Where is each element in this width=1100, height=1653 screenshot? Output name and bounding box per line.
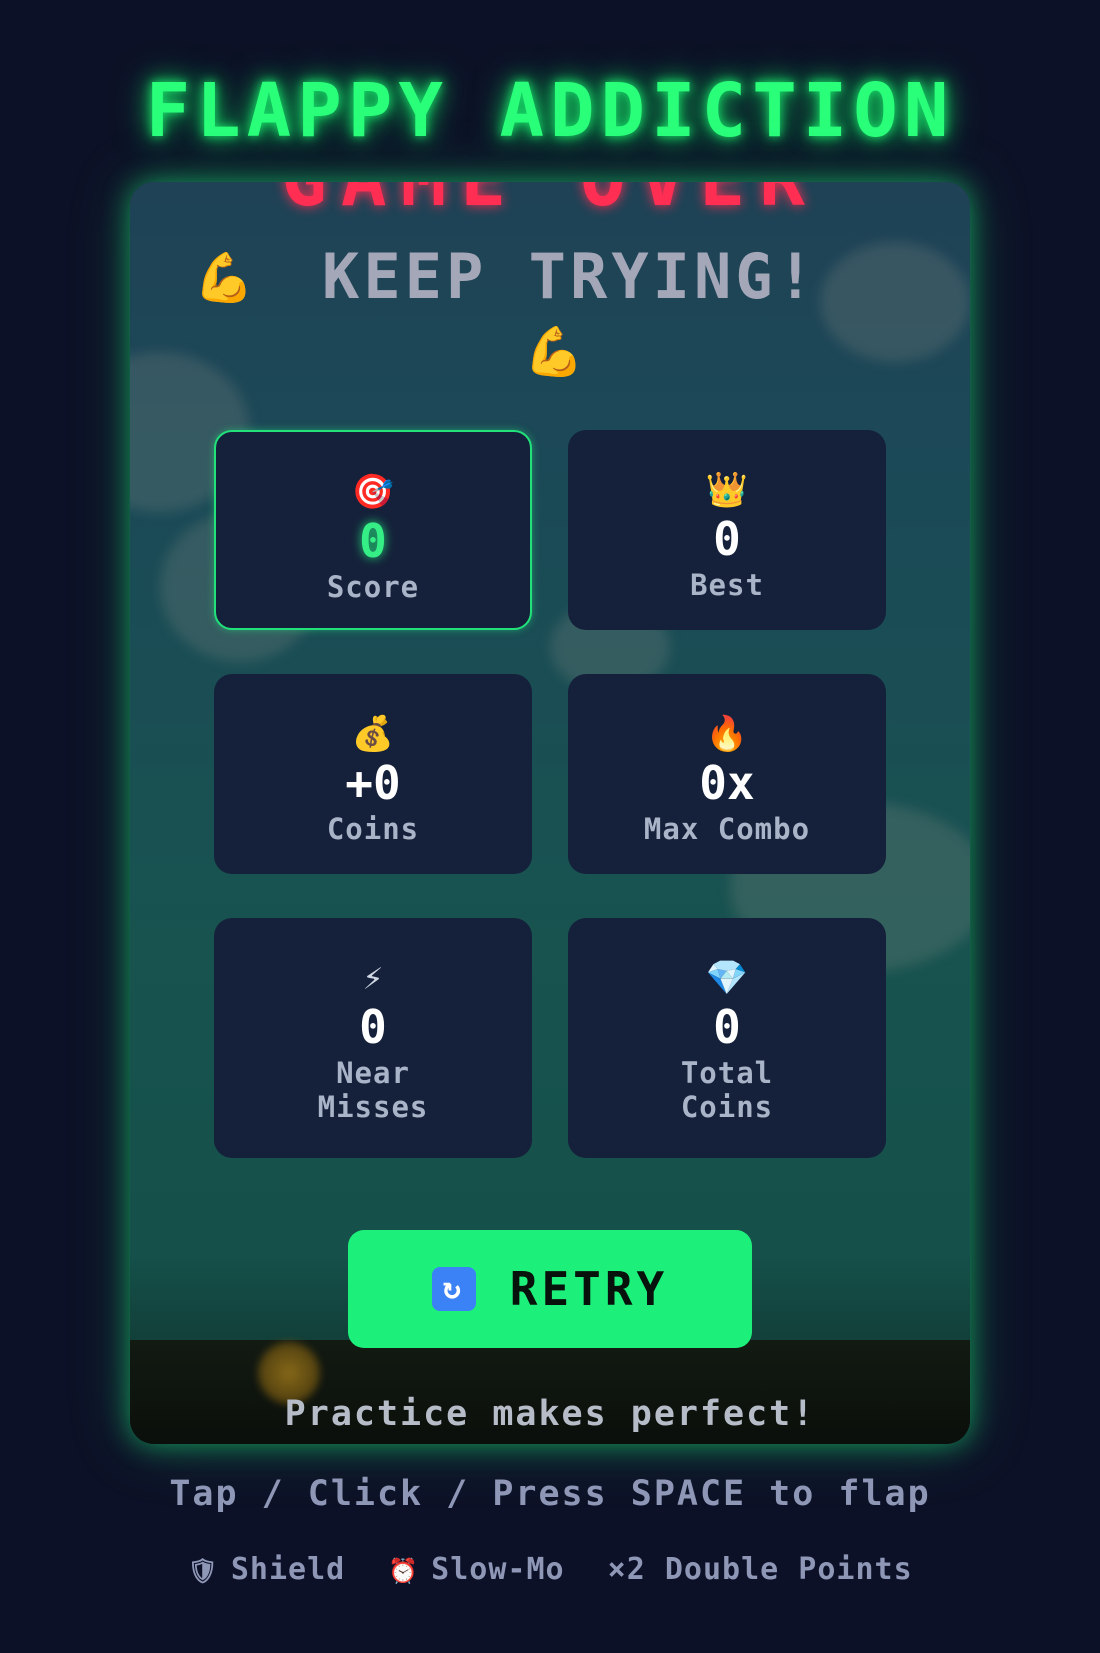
game-over-panel: GAME OVER 💪 KEEP TRYING! 💪 🎯 0 Score 👑 0… bbox=[130, 182, 970, 1444]
alarm-clock-icon: ⏰ bbox=[388, 1557, 420, 1585]
stat-label: Coins bbox=[326, 812, 420, 846]
legend-label: ×2 Double Points bbox=[607, 1552, 913, 1587]
flexed-biceps-icon: 💪 bbox=[524, 324, 584, 380]
legend-item-slow-mo: ⏰ Slow-Mo bbox=[388, 1552, 564, 1587]
stat-value: 0 bbox=[359, 514, 387, 568]
shield-icon: 🛡 bbox=[187, 1557, 219, 1585]
controls-instructions: Tap / Click / Press SPACE to flap bbox=[169, 1474, 931, 1514]
legend-item-shield: 🛡 Shield bbox=[187, 1552, 345, 1587]
legend-label: Shield bbox=[230, 1552, 346, 1587]
legend-item-double-points: ×2 Double Points bbox=[608, 1552, 913, 1587]
retry-button[interactable]: ↻ RETRY bbox=[348, 1230, 752, 1348]
crown-icon: 👑 bbox=[705, 470, 749, 510]
stat-value: 0 bbox=[713, 512, 741, 566]
encouragement-text: Practice makes perfect! bbox=[284, 1394, 816, 1434]
stat-card-total-coins: 💎 0 Total Coins bbox=[568, 918, 886, 1158]
game-title: FLAPPY ADDICTION bbox=[145, 68, 955, 154]
stat-value: +0 bbox=[345, 756, 401, 810]
legend-label: Slow-Mo bbox=[431, 1552, 565, 1587]
stat-value: 0 bbox=[713, 1000, 741, 1054]
stat-value: 0 bbox=[359, 1000, 387, 1054]
stat-label: Total Coins bbox=[680, 1056, 774, 1124]
stat-label: Best bbox=[690, 568, 764, 602]
keep-trying-text: KEEP TRYING! bbox=[322, 240, 818, 313]
stat-card-best: 👑 0 Best bbox=[568, 430, 886, 630]
stat-label: Score bbox=[326, 570, 420, 604]
powerup-legend: 🛡 Shield ⏰ Slow-Mo ×2 Double Points bbox=[0, 1552, 1100, 1587]
refresh-icon: ↻ bbox=[431, 1267, 476, 1311]
target-icon: 🎯 bbox=[351, 472, 395, 512]
stat-card-coins: 💰 +0 Coins bbox=[214, 674, 532, 874]
stat-value: 0x bbox=[699, 756, 755, 810]
stat-label: Near Misses bbox=[317, 1056, 429, 1124]
fire-icon: 🔥 bbox=[705, 714, 749, 754]
retry-label: RETRY bbox=[509, 1262, 669, 1316]
stat-card-near-misses: ⚡ 0 Near Misses bbox=[214, 918, 532, 1158]
stat-label: Max Combo bbox=[643, 812, 811, 846]
stat-card-max-combo: 🔥 0x Max Combo bbox=[568, 674, 886, 874]
stat-card-score: 🎯 0 Score bbox=[214, 430, 532, 630]
money-bag-icon: 💰 bbox=[351, 714, 395, 754]
game-over-heading: GAME OVER bbox=[130, 182, 970, 223]
diamond-icon: 💎 bbox=[705, 958, 749, 998]
lightning-icon: ⚡ bbox=[362, 958, 384, 998]
